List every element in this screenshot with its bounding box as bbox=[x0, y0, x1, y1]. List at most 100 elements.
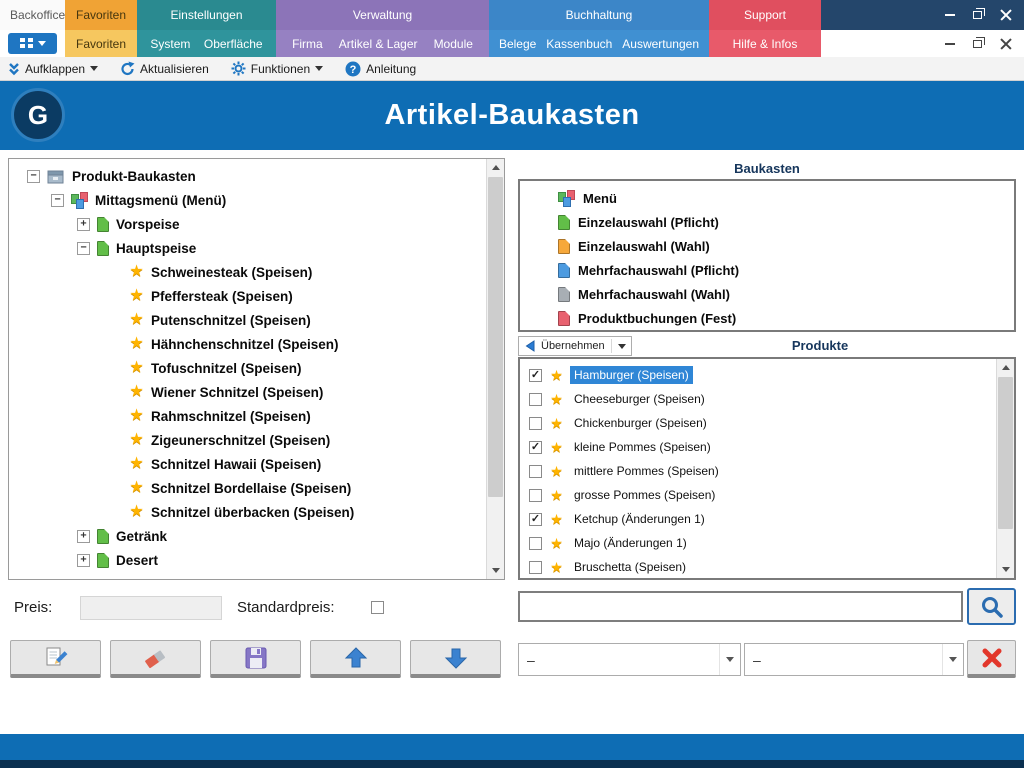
product-row[interactable]: kleine Pommes (Speisen) bbox=[520, 435, 997, 459]
tab-support[interactable]: Support bbox=[709, 0, 821, 30]
aufklappen-button[interactable]: Aufklappen bbox=[8, 62, 98, 76]
baukasten-item[interactable]: Menü bbox=[520, 186, 1014, 210]
restore-icon[interactable] bbox=[973, 11, 982, 19]
footer-band bbox=[0, 734, 1024, 760]
tree-item-root[interactable]: Produkt-Baukasten bbox=[9, 164, 487, 188]
chevron-down-icon bbox=[38, 41, 46, 46]
tree-item[interactable]: Wiener Schnitzel (Speisen) bbox=[9, 380, 487, 404]
ribbon-item-system[interactable]: System bbox=[150, 37, 190, 51]
expander-minus-icon[interactable] bbox=[77, 242, 90, 255]
tree-item-menu[interactable]: Mittagsmenü (Menü) bbox=[9, 188, 487, 212]
save-button[interactable] bbox=[210, 640, 301, 678]
ribbon-item-auswertungen[interactable]: Auswertungen bbox=[622, 37, 699, 51]
combo-dropdown[interactable] bbox=[719, 644, 740, 675]
product-row[interactable]: Majo (Änderungen 1) bbox=[520, 531, 997, 555]
checkbox[interactable] bbox=[529, 465, 542, 478]
tree-item[interactable]: Rahmschnitzel (Speisen) bbox=[9, 404, 487, 428]
tree-item[interactable]: Schnitzel überbacken (Speisen) bbox=[9, 500, 487, 524]
ribbon-item-belege[interactable]: Belege bbox=[499, 37, 536, 51]
tree-item[interactable]: Tofuschnitzel (Speisen) bbox=[9, 356, 487, 380]
app-menu-button[interactable] bbox=[8, 33, 57, 54]
standardpreis-checkbox[interactable] bbox=[371, 601, 384, 614]
expander-plus-icon[interactable] bbox=[77, 218, 90, 231]
delete-button[interactable] bbox=[967, 640, 1016, 678]
product-row[interactable]: Hamburger (Speisen) bbox=[520, 363, 997, 387]
ribbon-item-favoriten[interactable]: Favoriten bbox=[76, 37, 126, 51]
erase-button[interactable] bbox=[110, 640, 201, 678]
product-row[interactable]: Chickenburger (Speisen) bbox=[520, 411, 997, 435]
scroll-thumb[interactable] bbox=[998, 377, 1013, 529]
move-up-button[interactable] bbox=[310, 640, 401, 678]
expander-minus-icon[interactable] bbox=[51, 194, 64, 207]
expander-minus-icon[interactable] bbox=[27, 170, 40, 183]
tab-verwaltung[interactable]: Verwaltung bbox=[276, 0, 489, 30]
tree-item[interactable]: Schnitzel Bordellaise (Speisen) bbox=[9, 476, 487, 500]
scroll-down-button[interactable] bbox=[487, 562, 504, 579]
baukasten-item[interactable]: Einzelauswahl (Pflicht) bbox=[520, 210, 1014, 234]
tree-item[interactable]: Schweinesteak (Speisen) bbox=[9, 260, 487, 284]
ribbon-item-module[interactable]: Module bbox=[434, 37, 473, 51]
uebernehmen-button[interactable]: Übernehmen bbox=[518, 336, 632, 356]
checkbox[interactable] bbox=[529, 489, 542, 502]
tree-item[interactable]: Vorspeise bbox=[9, 212, 487, 236]
product-row[interactable]: grosse Pommes (Speisen) bbox=[520, 483, 997, 507]
restore-icon[interactable] bbox=[973, 40, 982, 48]
combo-2[interactable]: – bbox=[744, 643, 964, 676]
close-icon[interactable] bbox=[1000, 38, 1012, 50]
tree-item[interactable]: Pfeffersteak (Speisen) bbox=[9, 284, 487, 308]
baukasten-item[interactable]: Einzelauswahl (Wahl) bbox=[520, 234, 1014, 258]
search-button[interactable] bbox=[967, 588, 1016, 625]
checkbox[interactable] bbox=[529, 513, 542, 526]
close-icon[interactable] bbox=[1000, 9, 1012, 21]
combo-dropdown[interactable] bbox=[942, 644, 963, 675]
minimize-icon[interactable] bbox=[945, 14, 955, 16]
product-row[interactable]: Ketchup (Änderungen 1) bbox=[520, 507, 997, 531]
star-icon bbox=[128, 384, 145, 400]
tab-buchhaltung[interactable]: Buchhaltung bbox=[489, 0, 709, 30]
product-row[interactable]: mittlere Pommes (Speisen) bbox=[520, 459, 997, 483]
produkte-scrollbar[interactable] bbox=[996, 359, 1014, 578]
checkbox[interactable] bbox=[529, 561, 542, 574]
checkbox[interactable] bbox=[529, 537, 542, 550]
baukasten-item[interactable]: Produktbuchungen (Fest) bbox=[520, 306, 1014, 330]
checkbox[interactable] bbox=[529, 417, 542, 430]
move-down-button[interactable] bbox=[410, 640, 501, 678]
combo-1[interactable]: – bbox=[518, 643, 741, 676]
tree-item[interactable]: Hauptspeise bbox=[9, 236, 487, 260]
checkbox[interactable] bbox=[529, 369, 542, 382]
product-row[interactable]: Bruschetta (Speisen) bbox=[520, 555, 997, 578]
checkbox[interactable] bbox=[529, 393, 542, 406]
edit-button[interactable] bbox=[10, 640, 101, 678]
funktionen-button[interactable]: Funktionen bbox=[231, 61, 323, 76]
tree-scrollbar[interactable] bbox=[486, 159, 504, 579]
search-input[interactable] bbox=[518, 591, 963, 622]
tab-favoriten[interactable]: Favoriten bbox=[65, 0, 137, 30]
ribbon-item-firma[interactable]: Firma bbox=[292, 37, 323, 51]
baukasten-item[interactable]: Mehrfachauswahl (Wahl) bbox=[520, 282, 1014, 306]
baukasten-item[interactable]: Mehrfachauswahl (Pflicht) bbox=[520, 258, 1014, 282]
scroll-thumb[interactable] bbox=[488, 177, 503, 497]
scroll-down-button[interactable] bbox=[997, 561, 1014, 578]
expander-plus-icon[interactable] bbox=[77, 554, 90, 567]
minimize-icon[interactable] bbox=[945, 43, 955, 45]
ribbon-item-kassenbuch[interactable]: Kassenbuch bbox=[546, 37, 612, 51]
tree-item[interactable]: Hähnchenschnitzel (Speisen) bbox=[9, 332, 487, 356]
product-row[interactable]: Cheeseburger (Speisen) bbox=[520, 387, 997, 411]
baukasten-item-label: Einzelauswahl (Wahl) bbox=[578, 239, 710, 254]
ribbon-item-artikel-lager[interactable]: Artikel & Lager bbox=[339, 37, 418, 51]
scroll-up-button[interactable] bbox=[487, 159, 504, 176]
ribbon-group-favoriten: Favoriten bbox=[65, 30, 137, 57]
tree-item[interactable]: Zigeunerschnitzel (Speisen) bbox=[9, 428, 487, 452]
ribbon-item-oberflaeche[interactable]: Oberfläche bbox=[204, 37, 263, 51]
checkbox[interactable] bbox=[529, 441, 542, 454]
anleitung-button[interactable]: ? Anleitung bbox=[345, 61, 416, 77]
tab-einstellungen[interactable]: Einstellungen bbox=[137, 0, 276, 30]
expander-plus-icon[interactable] bbox=[77, 530, 90, 543]
tree-item[interactable]: Desert bbox=[9, 548, 487, 572]
tree-item[interactable]: Putenschnitzel (Speisen) bbox=[9, 308, 487, 332]
scroll-up-button[interactable] bbox=[997, 359, 1014, 376]
ribbon-item-hilfe-infos[interactable]: Hilfe & Infos bbox=[733, 37, 798, 51]
aktualisieren-button[interactable]: Aktualisieren bbox=[120, 61, 209, 76]
tree-item[interactable]: Getränk bbox=[9, 524, 487, 548]
tree-item[interactable]: Schnitzel Hawaii (Speisen) bbox=[9, 452, 487, 476]
